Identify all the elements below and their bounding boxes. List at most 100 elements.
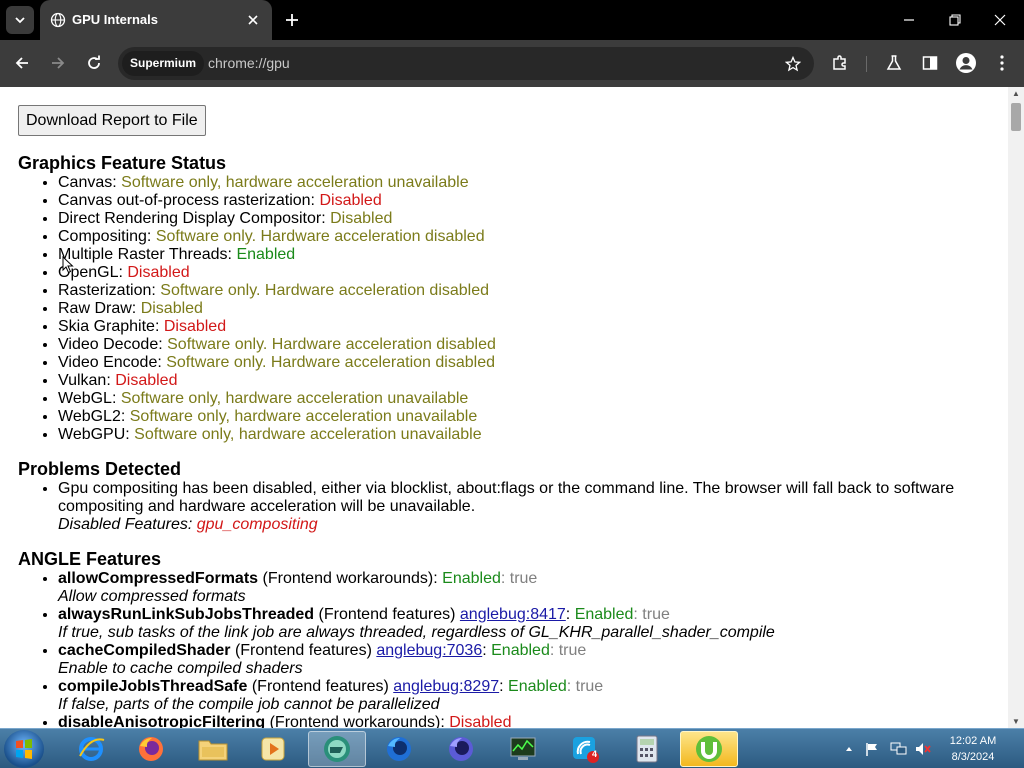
system-clock[interactable]: 12:02 AM 8/3/2024 xyxy=(930,733,1016,765)
anglebug-link[interactable]: anglebug:8297 xyxy=(393,678,499,695)
list-item: cacheCompiledShader (Frontend features) … xyxy=(58,642,998,678)
taskbar-firefox[interactable] xyxy=(122,731,180,767)
flask-icon xyxy=(886,55,902,70)
taskbar-task-manager[interactable] xyxy=(494,731,552,767)
feature-label: Rasterization: xyxy=(58,282,161,299)
start-button[interactable] xyxy=(4,730,44,768)
angle-feature-value: : true xyxy=(566,678,604,695)
problems-list: Gpu compositing has been disabled, eithe… xyxy=(58,480,998,534)
menu-button[interactable] xyxy=(990,51,1014,75)
angle-feature-separator: : xyxy=(565,606,575,623)
list-item: alwaysRunLinkSubJobsThreaded (Frontend f… xyxy=(58,606,998,642)
profile-chip[interactable]: Supermium xyxy=(122,51,205,76)
taskbar-media-player[interactable] xyxy=(244,731,302,767)
taskbar-firefox-nightly[interactable] xyxy=(432,731,490,767)
supermium-icon xyxy=(324,736,350,762)
extensions-button[interactable] xyxy=(828,51,852,75)
feature-label: Direct Rendering Display Compositor: xyxy=(58,210,331,227)
angle-feature-category: (Frontend features) xyxy=(314,606,460,623)
scroll-up-arrow-icon[interactable]: ▲ xyxy=(1012,89,1020,98)
bookmark-button[interactable] xyxy=(782,53,804,75)
more-vertical-icon xyxy=(1000,55,1004,71)
clock-date: 8/3/2024 xyxy=(951,751,995,763)
vertical-scrollbar[interactable]: ▲ ▼ xyxy=(1008,87,1024,728)
list-item: disableAnisotropicFiltering (Frontend wo… xyxy=(58,714,998,728)
angle-feature-category: (Frontend workarounds): xyxy=(258,570,443,587)
url-text[interactable]: chrome://gpu xyxy=(208,55,290,71)
feature-label: WebGL: xyxy=(58,390,121,407)
angle-feature-value: : true xyxy=(633,606,670,623)
angle-feature-state: Enabled xyxy=(574,606,634,623)
anglebug-link[interactable]: anglebug:8417 xyxy=(460,606,566,623)
list-item: Raw Draw: Disabled xyxy=(58,300,998,318)
close-window-button[interactable] xyxy=(990,10,1010,30)
scroll-down-arrow-icon[interactable]: ▼ xyxy=(1012,717,1020,726)
gpu-report: Download Report to File Graphics Feature… xyxy=(18,105,998,728)
feature-status: Software only, hardware acceleration una… xyxy=(121,174,469,191)
restore-icon xyxy=(949,14,961,26)
taskbar-file-explorer[interactable] xyxy=(184,731,242,767)
feature-label: Compositing: xyxy=(58,228,156,245)
side-panel-icon xyxy=(922,56,938,70)
feature-status: Software only. Hardware acceleration dis… xyxy=(160,282,490,299)
taskbar-firefox-2[interactable] xyxy=(370,731,428,767)
list-item: WebGL: Software only, hardware accelerat… xyxy=(58,390,998,408)
feature-label: Vulkan: xyxy=(58,372,116,389)
labs-button[interactable] xyxy=(882,51,906,75)
angle-feature-list: allowCompressedFormats (Frontend workaro… xyxy=(58,570,998,728)
list-item: Gpu compositing has been disabled, eithe… xyxy=(58,480,998,534)
side-panel-button[interactable] xyxy=(918,51,942,75)
taskbar-calculator[interactable] xyxy=(618,731,676,767)
reload-icon xyxy=(88,55,100,69)
taskbar: 4 12:02 AM 8/3/2024 xyxy=(0,728,1024,768)
show-hidden-icons-button[interactable] xyxy=(844,735,854,763)
graphics-feature-list: Canvas: Software only, hardware accelera… xyxy=(58,174,998,444)
title-bar: GPU Internals xyxy=(0,0,1024,40)
taskbar-supermium[interactable] xyxy=(308,731,366,767)
back-button[interactable] xyxy=(10,51,34,75)
tab-gpu-internals[interactable]: GPU Internals xyxy=(40,0,272,40)
angle-feature-name: cacheCompiledShader xyxy=(58,642,231,659)
address-bar[interactable]: Supermium chrome://gpu xyxy=(118,47,814,80)
angle-feature-category: (Frontend features) xyxy=(247,678,394,695)
angle-feature-description: If false, parts of the compile job canno… xyxy=(58,696,440,713)
list-item: Canvas out-of-process rasterization: Dis… xyxy=(58,192,998,210)
list-item: compileJobIsThreadSafe (Frontend feature… xyxy=(58,678,998,714)
taskbar-utorrent[interactable] xyxy=(680,731,738,767)
feature-status: Disabled xyxy=(319,192,382,209)
tab-close-button[interactable] xyxy=(244,11,262,29)
new-tab-button[interactable] xyxy=(282,10,302,30)
star-icon xyxy=(785,56,801,72)
angle-feature-separator: : xyxy=(499,678,509,695)
feature-label: Multiple Raster Threads: xyxy=(58,246,237,263)
list-item: OpenGL: Disabled xyxy=(58,264,998,282)
angle-feature-name: disableAnisotropicFiltering xyxy=(58,714,266,728)
plus-icon xyxy=(286,14,298,26)
list-item: Compositing: Software only. Hardware acc… xyxy=(58,228,998,246)
restore-button[interactable] xyxy=(945,10,965,30)
profile-button[interactable] xyxy=(954,51,978,75)
angle-feature-value: : true xyxy=(500,570,538,587)
disabled-features-line: Disabled Features: gpu_compositing xyxy=(58,516,998,534)
angle-feature-name: alwaysRunLinkSubJobsThreaded xyxy=(58,606,315,623)
tab-search-button[interactable] xyxy=(6,6,34,34)
network-tray-button[interactable] xyxy=(890,735,908,763)
download-report-button[interactable]: Download Report to File xyxy=(18,105,206,136)
list-item: Video Encode: Software only. Hardware ac… xyxy=(58,354,998,372)
feature-status: Software only. Hardware acceleration dis… xyxy=(166,354,495,371)
reload-button[interactable] xyxy=(82,51,106,75)
problems-detected-heading: Problems Detected xyxy=(18,459,182,479)
page-content: Download Report to File Graphics Feature… xyxy=(0,87,1008,728)
action-center-button[interactable] xyxy=(864,735,880,763)
taskbar-network-app[interactable]: 4 xyxy=(556,731,614,767)
scrollbar-thumb[interactable] xyxy=(1011,103,1021,131)
list-item: WebGL2: Software only, hardware accelera… xyxy=(58,408,998,426)
taskbar-ie[interactable] xyxy=(62,731,120,767)
minimize-button[interactable] xyxy=(899,10,919,30)
forward-button[interactable] xyxy=(46,51,70,75)
chevron-up-icon xyxy=(846,747,852,751)
feature-status: Disabled xyxy=(163,318,227,335)
list-item: WebGPU: Software only, hardware accelera… xyxy=(58,426,998,444)
anglebug-link[interactable]: anglebug:7036 xyxy=(376,642,482,659)
list-item: Canvas: Software only, hardware accelera… xyxy=(58,174,998,192)
